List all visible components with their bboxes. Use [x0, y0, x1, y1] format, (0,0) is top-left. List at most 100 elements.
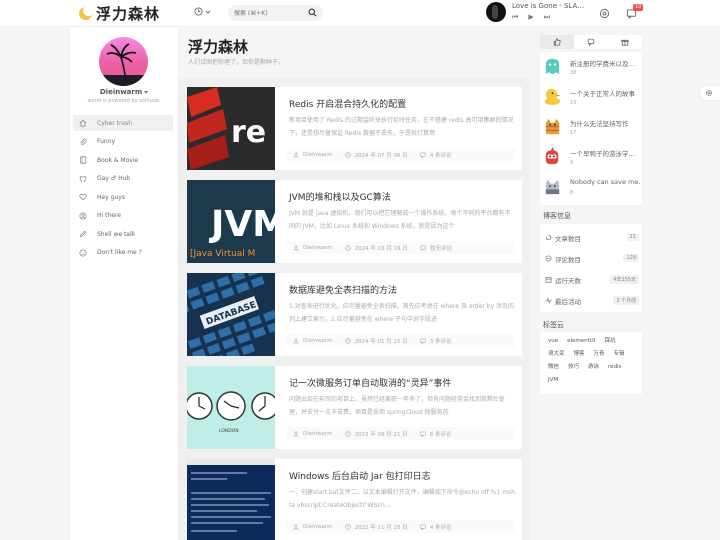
- nav-label: Cyber trash: [97, 119, 133, 127]
- left-sidebar: Dieinwarm world is powered by solitude. …: [70, 27, 178, 540]
- tag-item[interactable]: 微信: [548, 364, 559, 371]
- svg-text:JVM: JVM: [208, 204, 275, 245]
- notification-badge: 10: [633, 4, 644, 11]
- album-cover[interactable]: [486, 2, 506, 22]
- nav-item-hey-guys[interactable]: Hey guys: [73, 189, 173, 205]
- hot-list-item[interactable]: 新注册的学费米以及… 38: [543, 54, 642, 82]
- tag-item[interactable]: 浪大变: [548, 351, 565, 358]
- post-comments[interactable]: 4 条评论: [430, 151, 452, 159]
- hot-list-item[interactable]: 一个关于正常人的故事 19: [543, 84, 642, 112]
- tag-item[interactable]: 游泳: [588, 364, 599, 371]
- hot-item-title: 一个早鸭子的游泳学…: [570, 150, 635, 158]
- nav-item-book-movie[interactable]: Book & Movie: [73, 152, 173, 168]
- post-date: 2024 年 07 月 06 日: [354, 152, 408, 159]
- chevron-down-icon: [205, 10, 211, 14]
- post-comments[interactable]: 4 条评论: [430, 523, 452, 531]
- post-summary: 1.对查询进行优化，应尽量避免全表扫描，首先应考虑在 where 及 order…: [289, 303, 515, 323]
- post-author[interactable]: Dieinwarm: [303, 338, 333, 344]
- nav-item-hi-there[interactable]: Hi there: [73, 208, 173, 224]
- tag-item[interactable]: JVM: [548, 377, 558, 384]
- post-author[interactable]: Dieinwarm: [303, 524, 333, 530]
- tag-item[interactable]: 博客: [574, 351, 585, 358]
- tab-hot[interactable]: [540, 35, 574, 49]
- nav-item-funny[interactable]: Funny: [73, 134, 173, 150]
- tag-item[interactable]: elementUI: [567, 338, 595, 345]
- caret-down-icon: [144, 90, 149, 94]
- post-author[interactable]: Dieinwarm: [303, 431, 333, 437]
- hot-list: 新注册的学费米以及… 38 一个关于正常人的故事 19 为什么无法坚持写作 17…: [540, 52, 642, 205]
- comment-icon: [420, 431, 426, 437]
- post-meta: Dieinwarm 2022 年 11 月 28 日 4 条评论: [287, 520, 515, 533]
- svg-text:[Java Virtual M: [Java Virtual M: [190, 249, 255, 259]
- search-icon[interactable]: [308, 8, 317, 17]
- hot-list-item[interactable]: Nobody can save me. 8: [543, 174, 642, 202]
- settings-icon[interactable]: [599, 8, 610, 19]
- hot-list-item[interactable]: 为什么无法坚持写作 17: [543, 114, 642, 142]
- clock-icon: [344, 430, 351, 437]
- post-comments[interactable]: 3 条评论: [430, 337, 452, 345]
- jvm-thumbnail-image: JVM [Java Virtual M: [187, 180, 275, 263]
- post-title[interactable]: Redis 开启混合持久化的配置: [289, 97, 406, 110]
- post-card[interactable]: DATABASE 数据库避免全表扫描的方法 1.对查询进行优化，应尽量避免全表扫…: [187, 273, 522, 356]
- post-card[interactable]: Windows 后台启动 Jar 包打印日志 一、创建start.bat文件二、…: [187, 459, 522, 540]
- site-logo[interactable]: 浮力森林: [79, 3, 160, 24]
- comment-icon: [587, 38, 595, 46]
- console-thumbnail[interactable]: [187, 459, 275, 540]
- post-date: 2023 年 09 月 21 日: [354, 431, 408, 438]
- floating-settings-button[interactable]: [700, 86, 720, 100]
- user-icon: [293, 523, 299, 530]
- nav-item-cyber-trash[interactable]: Cyber trash: [73, 115, 173, 131]
- clocks-thumbnail[interactable]: LONDON: [187, 366, 275, 449]
- user-icon: [293, 244, 299, 251]
- jvm-thumbnail[interactable]: JVM [Java Virtual M: [187, 180, 275, 263]
- tab-comments[interactable]: [574, 35, 608, 49]
- nav-item-shell-we-talk[interactable]: Shell we talk: [73, 226, 173, 242]
- info-label: 最后活动: [555, 297, 581, 306]
- post-card[interactable]: re Redis 开启混合持久化的配置 新项目使用了 Redis 的过期监听来执…: [187, 87, 522, 170]
- tag-item[interactable]: 万青: [594, 351, 605, 358]
- tag-item[interactable]: 踩坑: [604, 338, 615, 345]
- tag-item[interactable]: 专辑: [614, 351, 625, 358]
- nav-item-gay-hub[interactable]: Gay ♂ Hub: [73, 171, 173, 187]
- redis-thumbnail-image: re: [187, 87, 275, 170]
- user-icon: [293, 430, 299, 437]
- post-title[interactable]: 数据库避免全表扫描的方法: [289, 283, 397, 296]
- prev-track-button[interactable]: ⏮: [512, 13, 518, 22]
- nav-label: Hey guys: [97, 193, 125, 201]
- database-thumbnail[interactable]: DATABASE: [187, 273, 275, 356]
- tab-gift[interactable]: [608, 35, 642, 49]
- post-comments[interactable]: 6 条评论: [430, 430, 452, 438]
- avatar[interactable]: [99, 37, 148, 86]
- hot-item-count: 9: [570, 160, 574, 166]
- hot-item-title: Nobody can save me.: [570, 178, 641, 186]
- tag-item[interactable]: vue: [548, 338, 558, 345]
- next-track-button[interactable]: ⏭: [544, 13, 550, 22]
- post-title[interactable]: 记一次微服务订单自动取消的“灵异”事件: [289, 376, 451, 389]
- tag-item[interactable]: 技巧: [568, 364, 579, 371]
- paperclip-icon: [80, 138, 87, 145]
- post-author[interactable]: Dieinwarm: [303, 152, 333, 158]
- post-title[interactable]: JVM的堆和栈以及GC算法: [289, 190, 391, 203]
- top-header: 浮力森林 Love is Gone - SLA… ⏮ ▶ ⏭ 10: [0, 0, 720, 27]
- tag-item[interactable]: redis: [608, 364, 621, 371]
- post-title[interactable]: Windows 后台启动 Jar 包打印日志: [289, 469, 431, 482]
- right-sidebar: 新注册的学费米以及… 38 一个关于正常人的故事 19 为什么无法坚持写作 17…: [540, 35, 642, 540]
- redis-thumbnail[interactable]: re: [187, 87, 275, 170]
- nav-item-dont-like-me[interactable]: Don't like me ?: [73, 245, 173, 261]
- search-input[interactable]: [234, 9, 304, 17]
- profile-name[interactable]: Dieinwarm: [70, 88, 178, 96]
- search-box[interactable]: [228, 5, 323, 21]
- hot-item-count: 8: [570, 190, 574, 196]
- post-card[interactable]: JVM [Java Virtual M JVM的堆和栈以及GC算法 JVM 就是…: [187, 180, 522, 263]
- home-icon: [79, 119, 87, 127]
- song-title: Love is Gone - SLA…: [512, 2, 585, 10]
- hot-list-item[interactable]: 一个早鸭子的游泳学… 9: [543, 144, 642, 172]
- post-comments[interactable]: 暂无评论: [430, 244, 452, 252]
- right-tabs: [540, 35, 642, 49]
- info-value: 129: [623, 254, 639, 262]
- post-card[interactable]: LONDON 记一次微服务订单自动取消的“灵异”事件 问题出现在前司的项目上，虽…: [187, 366, 522, 449]
- clock-toggle-button[interactable]: [194, 7, 211, 16]
- post-author[interactable]: Dieinwarm: [303, 245, 333, 251]
- play-button[interactable]: ▶: [528, 13, 533, 22]
- post-date: 2022 年 11 月 28 日: [354, 524, 408, 531]
